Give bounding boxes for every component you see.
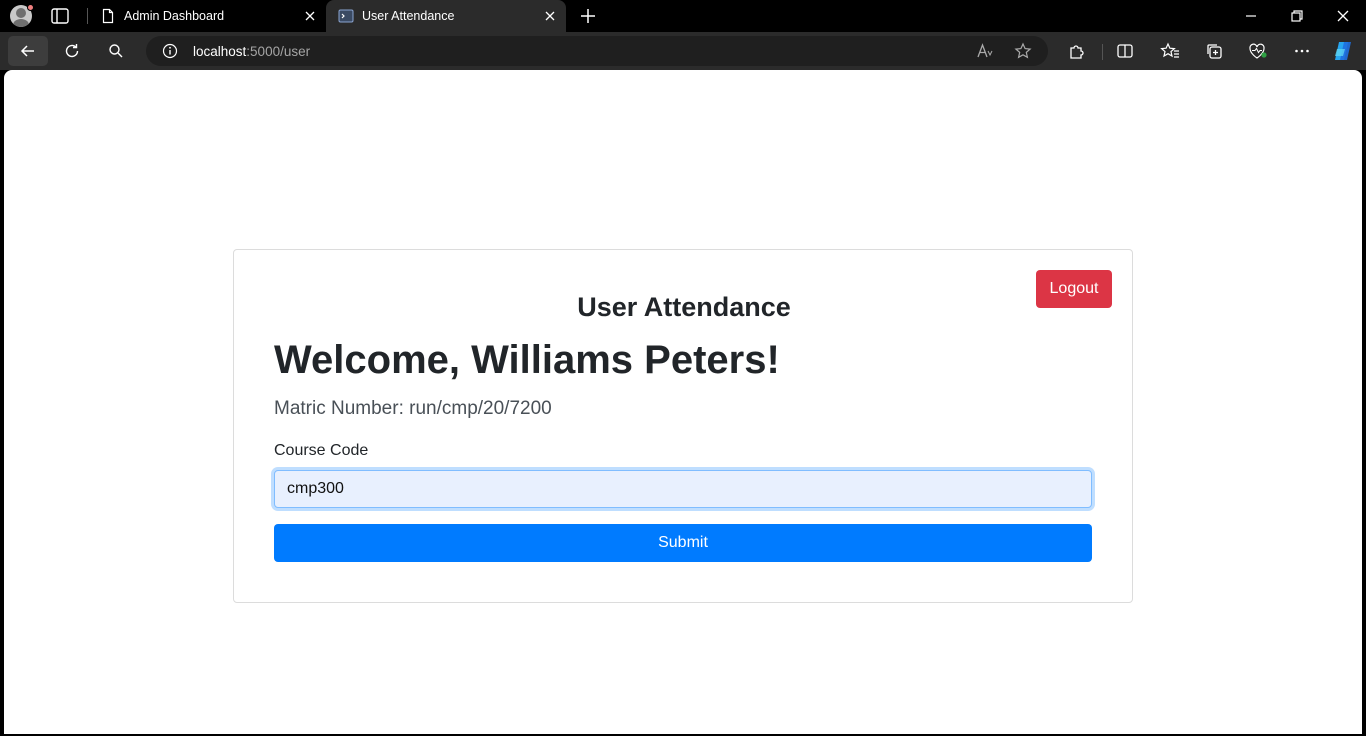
search-icon: [109, 44, 123, 58]
more-options-button[interactable]: [1288, 37, 1316, 65]
welcome-heading: Welcome, Williams Peters!: [274, 338, 780, 382]
search-button[interactable]: [102, 37, 130, 65]
minimize-icon[interactable]: [1241, 6, 1261, 26]
restore-icon[interactable]: [1287, 6, 1307, 26]
more-icon: [1295, 49, 1309, 53]
tab-title: Admin Dashboard: [124, 9, 225, 23]
page-title: User Attendance: [577, 292, 791, 322]
refresh-button[interactable]: [58, 37, 86, 65]
url-host: localhost: [193, 44, 247, 59]
collections-icon: [1207, 44, 1222, 59]
toolbar-separator: [1102, 44, 1103, 60]
arrow-left-icon: [20, 45, 34, 57]
copilot-icon: [1335, 42, 1351, 60]
matric-number: Matric Number: run/cmp/20/7200: [274, 398, 552, 419]
notification-dot: [27, 4, 34, 11]
heart-pulse-icon: [1249, 43, 1267, 59]
copilot-button[interactable]: [1329, 37, 1357, 65]
favorites-icon: [1160, 42, 1179, 58]
split-screen-button[interactable]: [1111, 37, 1139, 65]
favorites-button[interactable]: [1156, 37, 1184, 65]
close-icon[interactable]: [302, 8, 318, 24]
terminal-icon: [338, 9, 354, 23]
extensions-button[interactable]: [1063, 37, 1091, 65]
back-button[interactable]: [8, 36, 48, 66]
puzzle-icon: [1070, 45, 1084, 59]
collections-button[interactable]: [1200, 37, 1228, 65]
refresh-icon: [65, 44, 79, 58]
close-window-icon[interactable]: [1333, 6, 1353, 26]
url-path: :5000/user: [246, 44, 311, 59]
new-tab-icon[interactable]: [578, 6, 598, 26]
browser-essentials-button[interactable]: [1244, 37, 1272, 65]
course-code-label: Course Code: [274, 442, 369, 459]
browser-titlebar: Admin Dashboard User Attendance: [0, 0, 1366, 32]
favorite-star-icon[interactable]: [1014, 42, 1032, 60]
attendance-card: Logout User Attendance Welcome, Williams…: [233, 249, 1133, 603]
browser-toolbar: localhost:5000/user: [0, 32, 1366, 70]
submit-button[interactable]: Submit: [274, 524, 1092, 562]
url-text: localhost:5000/user: [193, 44, 310, 59]
address-bar[interactable]: localhost:5000/user: [146, 36, 1048, 66]
read-aloud-icon[interactable]: [976, 42, 994, 60]
tab-title: User Attendance: [362, 9, 455, 23]
page-viewport: Logout User Attendance Welcome, Williams…: [4, 70, 1362, 734]
close-icon[interactable]: [542, 8, 558, 24]
tab-actions-icon[interactable]: [50, 7, 70, 25]
split-screen-icon: [1117, 44, 1133, 58]
course-code-input[interactable]: [274, 470, 1092, 508]
tab-admin-dashboard[interactable]: Admin Dashboard: [88, 0, 326, 32]
tab-user-attendance[interactable]: User Attendance: [326, 0, 566, 32]
page-icon: [102, 8, 114, 24]
info-icon[interactable]: [162, 43, 178, 59]
